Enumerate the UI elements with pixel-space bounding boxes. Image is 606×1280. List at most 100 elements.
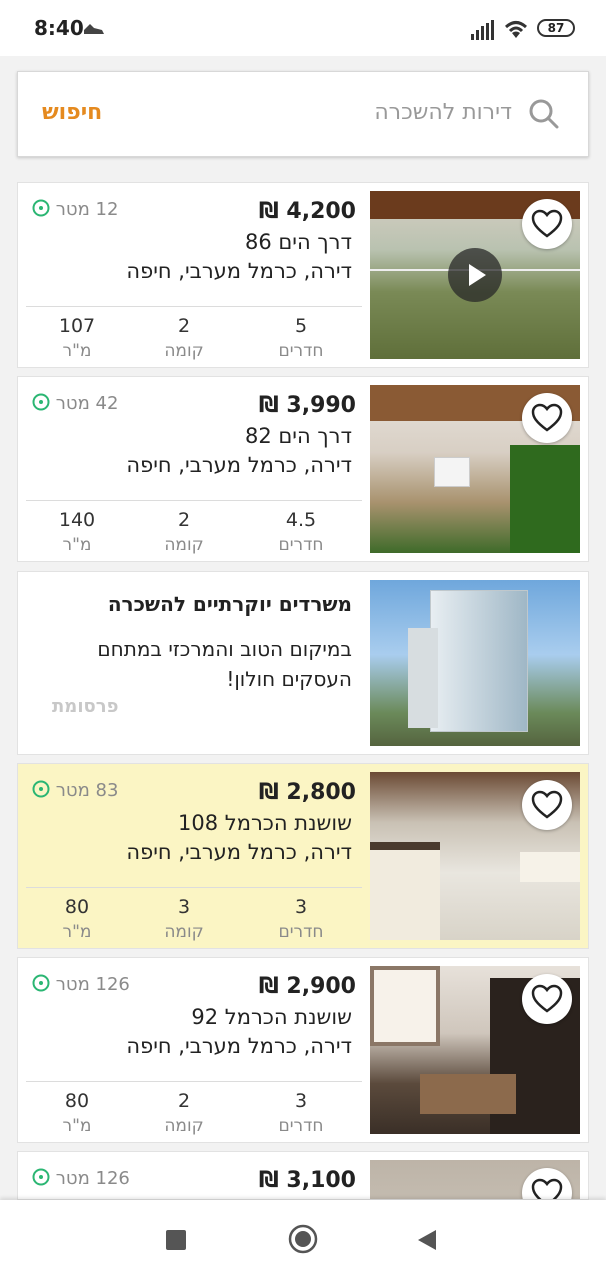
distance-value: 12 מטר	[55, 199, 119, 220]
floor-value: 2	[177, 509, 191, 531]
wifi-icon	[504, 21, 528, 38]
size-value: 80	[64, 1090, 90, 1112]
size-stat: 140 מ"ר	[32, 509, 122, 555]
rooms-label: חדרים	[278, 341, 324, 361]
play-video-button[interactable]	[448, 248, 502, 302]
listing-distance: 126 מטר	[28, 974, 130, 995]
heart-icon	[531, 403, 563, 432]
rooms-value: 4.5	[285, 509, 317, 531]
listing-area: דירה, כרמל מערבי, חיפה	[126, 453, 352, 477]
home-button[interactable]	[288, 1224, 318, 1254]
listing-street: שושנת הכרמל 92	[191, 1005, 352, 1029]
floor-value: 2	[177, 1090, 191, 1112]
listing-distance: 83 מטר	[28, 780, 118, 801]
size-label: מ"ר	[62, 1116, 92, 1136]
listing-street: שושנת הכרמל 108	[177, 811, 352, 835]
heart-icon	[531, 1178, 563, 1199]
distance-value: 83 מטר	[55, 780, 119, 801]
heart-icon	[531, 209, 563, 238]
listing-card[interactable]: 4,200 ₪ דרך הים 86 דירה, כרמל מערבי, חיפ…	[17, 182, 589, 368]
play-icon	[469, 264, 486, 286]
size-value: 107	[58, 315, 96, 337]
status-time: 8:40	[34, 16, 84, 40]
ad-body: במיקום הטוב והמרכזי במתחם העסקים חולון!	[97, 637, 352, 691]
battery-icon: 87	[537, 19, 575, 37]
listing-photo[interactable]	[370, 191, 580, 359]
distance-value: 42 מטר	[55, 393, 119, 414]
distance-value: 126 מטר	[55, 974, 130, 995]
floor-stat: 2 קומה	[139, 509, 229, 555]
size-label: מ"ר	[62, 922, 92, 942]
listing-photo[interactable]	[370, 966, 580, 1134]
clock-icon	[32, 780, 50, 798]
floor-label: קומה	[164, 922, 204, 942]
favorite-button[interactable]	[522, 1168, 572, 1199]
floor-label: קומה	[164, 341, 204, 361]
favorite-button[interactable]	[522, 393, 572, 443]
recent-apps-button[interactable]	[166, 1230, 186, 1250]
divider	[26, 887, 362, 888]
listing-photo[interactable]	[370, 772, 580, 940]
back-button[interactable]	[416, 1228, 438, 1252]
listing-photo[interactable]	[370, 385, 580, 553]
size-stat: 107 מ"ר	[32, 315, 122, 361]
rooms-label: חדרים	[278, 922, 324, 942]
divider	[26, 500, 362, 501]
divider	[26, 306, 362, 307]
rooms-value: 5	[294, 315, 308, 337]
floor-stat: 2 קומה	[139, 315, 229, 361]
listing-distance: 12 מטר	[28, 199, 118, 220]
size-stat: 80 מ"ר	[32, 896, 122, 942]
navigation-bar	[0, 1200, 606, 1280]
size-value: 140	[58, 509, 96, 531]
clock-icon	[32, 1168, 50, 1186]
search-bar[interactable]: דירות להשכרה חיפוש	[17, 71, 589, 157]
rooms-stat: 4.5 חדרים	[256, 509, 346, 555]
rooms-label: חדרים	[278, 535, 324, 555]
floor-label: קומה	[164, 535, 204, 555]
search-input[interactable]: דירות להשכרה	[374, 100, 512, 125]
listing-price: 2,900 ₪	[258, 974, 356, 999]
listing-area: דירה, כרמל מערבי, חיפה	[126, 840, 352, 864]
rooms-stat: 3 חדרים	[256, 896, 346, 942]
listing-photo[interactable]	[370, 1160, 580, 1199]
floor-value: 3	[177, 896, 191, 918]
ad-photo[interactable]	[370, 580, 580, 746]
listing-card[interactable]: 2,800 ₪ שושנת הכרמל 108 דירה, כרמל מערבי…	[17, 763, 589, 949]
heart-icon	[531, 790, 563, 819]
ad-title: משרדים יוקרתיים להשכרה	[107, 592, 352, 616]
search-button[interactable]: חיפוש	[42, 100, 102, 125]
listing-area: דירה, כרמל מערבי, חיפה	[126, 1034, 352, 1058]
favorite-button[interactable]	[522, 780, 572, 830]
ad-badge: פרסומת	[52, 696, 119, 717]
floor-value: 2	[177, 315, 191, 337]
size-value: 80	[64, 896, 90, 918]
rooms-value: 3	[294, 1090, 308, 1112]
signal-icon	[471, 20, 494, 40]
rooms-stat: 5 חדרים	[256, 315, 346, 361]
listing-card[interactable]: 2,900 ₪ שושנת הכרמל 92 דירה, כרמל מערבי,…	[17, 957, 589, 1143]
listing-price: 2,800 ₪	[258, 780, 356, 805]
clock-icon	[32, 199, 50, 217]
rooms-value: 3	[294, 896, 308, 918]
rooms-stat: 3 חדרים	[256, 1090, 346, 1136]
ad-card[interactable]: משרדים יוקרתיים להשכרה במיקום הטוב והמרכ…	[17, 571, 589, 755]
listing-price: 3,990 ₪	[258, 393, 356, 418]
size-stat: 80 מ"ר	[32, 1090, 122, 1136]
favorite-button[interactable]	[522, 199, 572, 249]
listing-card[interactable]: 3,100 ₪ 126 מטר	[17, 1151, 589, 1200]
clock-icon	[32, 974, 50, 992]
shoe-icon	[84, 24, 104, 34]
listing-card[interactable]: 3,990 ₪ דרך הים 82 דירה, כרמל מערבי, חיפ…	[17, 376, 589, 562]
floor-stat: 2 קומה	[139, 1090, 229, 1136]
floor-stat: 3 קומה	[139, 896, 229, 942]
size-label: מ"ר	[62, 535, 92, 555]
listing-area: דירה, כרמל מערבי, חיפה	[126, 259, 352, 283]
distance-value: 126 מטר	[55, 1168, 130, 1189]
favorite-button[interactable]	[522, 974, 572, 1024]
status-bar: 8:40 87	[0, 0, 606, 56]
clock-icon	[32, 393, 50, 411]
listing-price: 3,100 ₪	[258, 1168, 356, 1193]
size-label: מ"ר	[62, 341, 92, 361]
listing-distance: 126 מטר	[28, 1168, 130, 1189]
